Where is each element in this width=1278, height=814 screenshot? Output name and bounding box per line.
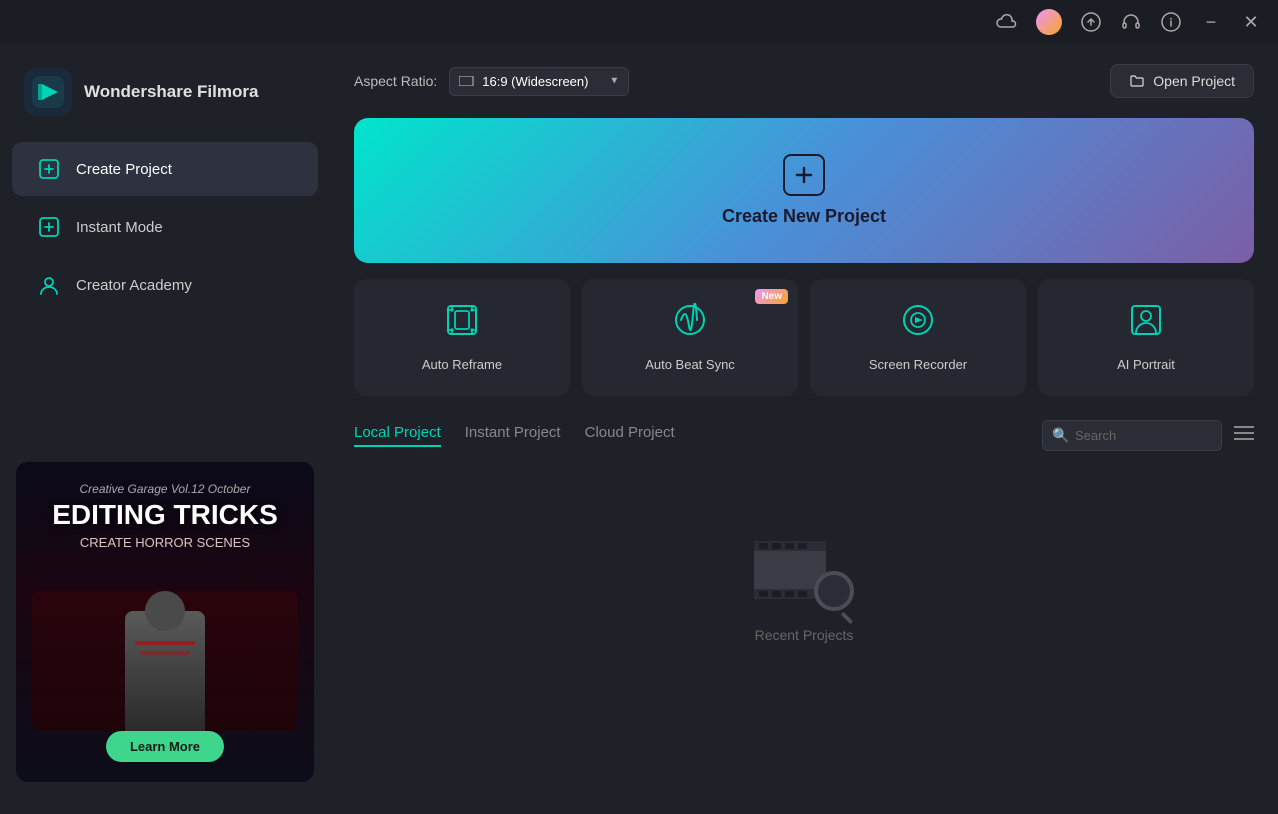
info-icon[interactable] — [1160, 11, 1182, 33]
sidebar-item-instant-mode[interactable]: Instant Mode — [12, 200, 318, 254]
sidebar: Wondershare Filmora Create Project Insta… — [0, 44, 330, 814]
list-view-icon[interactable] — [1234, 425, 1254, 446]
feature-card-ai-portrait[interactable]: AI Portrait — [1038, 279, 1254, 396]
sidebar-item-create-project-label: Create Project — [76, 161, 172, 178]
tabs-bar: Local Project Instant Project Cloud Proj… — [354, 420, 1254, 451]
avatar-icon[interactable] — [1036, 9, 1062, 35]
new-badge: New — [755, 289, 788, 304]
aspect-ratio-area: Aspect Ratio: 16:9 (Widescreen) 9:16 (Po… — [354, 67, 629, 96]
creator-academy-icon — [36, 272, 62, 298]
open-project-label: Open Project — [1153, 73, 1235, 89]
search-input-wrap: 🔍 — [1042, 420, 1222, 451]
aspect-ratio-select-wrap: 16:9 (Widescreen) 9:16 (Portrait) 1:1 (S… — [449, 67, 629, 96]
empty-state-icon — [754, 531, 854, 611]
close-icon[interactable]: ✕ — [1240, 11, 1262, 33]
screen-recorder-label: Screen Recorder — [869, 357, 967, 372]
search-icon: 🔍 — [1052, 427, 1069, 444]
search-area: 🔍 — [1042, 420, 1254, 451]
screen-recorder-icon — [901, 303, 935, 345]
logo-icon — [24, 68, 72, 116]
sidebar-item-create-project[interactable]: Create Project — [12, 142, 318, 196]
auto-beat-sync-icon — [673, 303, 707, 345]
empty-state-text: Recent Projects — [755, 627, 854, 643]
feature-cards-grid: Auto Reframe New Auto Beat Sync — [354, 279, 1254, 396]
auto-beat-sync-label: Auto Beat Sync — [645, 357, 735, 372]
sidebar-item-instant-mode-label: Instant Mode — [76, 219, 163, 236]
promo-title: EDITING TRICKS — [52, 500, 278, 531]
aspect-ratio-label: Aspect Ratio: — [354, 73, 437, 89]
learn-more-button[interactable]: Learn More — [106, 731, 224, 762]
tab-cloud-project[interactable]: Cloud Project — [585, 424, 675, 447]
plus-icon — [783, 154, 825, 196]
auto-reframe-label: Auto Reframe — [422, 357, 502, 372]
create-new-project-title: Create New Project — [722, 206, 886, 227]
tab-instant-project[interactable]: Instant Project — [465, 424, 561, 447]
ai-portrait-label: AI Portrait — [1117, 357, 1175, 372]
tab-local-project[interactable]: Local Project — [354, 424, 441, 447]
titlebar: − ✕ — [0, 0, 1278, 44]
minimize-icon[interactable]: − — [1200, 11, 1222, 33]
main-layout: Wondershare Filmora Create Project Insta… — [0, 44, 1278, 814]
ai-portrait-icon — [1129, 303, 1163, 345]
create-new-project-banner[interactable]: Create New Project — [354, 118, 1254, 263]
logo-area: Wondershare Filmora — [0, 60, 330, 140]
aspect-ratio-select[interactable]: 16:9 (Widescreen) 9:16 (Portrait) 1:1 (S… — [449, 67, 629, 96]
sidebar-item-creator-academy-label: Creator Academy — [76, 277, 192, 294]
project-section: Local Project Instant Project Cloud Proj… — [354, 420, 1254, 703]
promo-tagline: CREATE HORROR SCENES — [80, 535, 250, 550]
instant-mode-icon — [36, 214, 62, 240]
create-project-icon — [36, 156, 62, 182]
open-project-button[interactable]: Open Project — [1110, 64, 1254, 98]
promo-subtitle: Creative Garage Vol.12 October — [80, 482, 251, 496]
folder-icon — [1129, 73, 1145, 89]
upload-icon[interactable] — [1080, 11, 1102, 33]
app-name: Wondershare Filmora — [84, 81, 258, 103]
topbar: Aspect Ratio: 16:9 (Widescreen) 9:16 (Po… — [354, 64, 1254, 98]
feature-card-auto-reframe[interactable]: Auto Reframe — [354, 279, 570, 396]
promo-card[interactable]: Creative Garage Vol.12 October EDITING T… — [16, 462, 314, 782]
cloud-icon[interactable] — [996, 11, 1018, 33]
tabs-list: Local Project Instant Project Cloud Proj… — [354, 424, 675, 447]
headphones-icon[interactable] — [1120, 11, 1142, 33]
empty-state: Recent Projects — [354, 471, 1254, 703]
feature-card-screen-recorder[interactable]: Screen Recorder — [810, 279, 1026, 396]
sidebar-item-creator-academy[interactable]: Creator Academy — [12, 258, 318, 312]
content-area: Aspect Ratio: 16:9 (Widescreen) 9:16 (Po… — [330, 44, 1278, 814]
auto-reframe-icon — [445, 303, 479, 345]
feature-card-auto-beat-sync[interactable]: New Auto Beat Sync — [582, 279, 798, 396]
